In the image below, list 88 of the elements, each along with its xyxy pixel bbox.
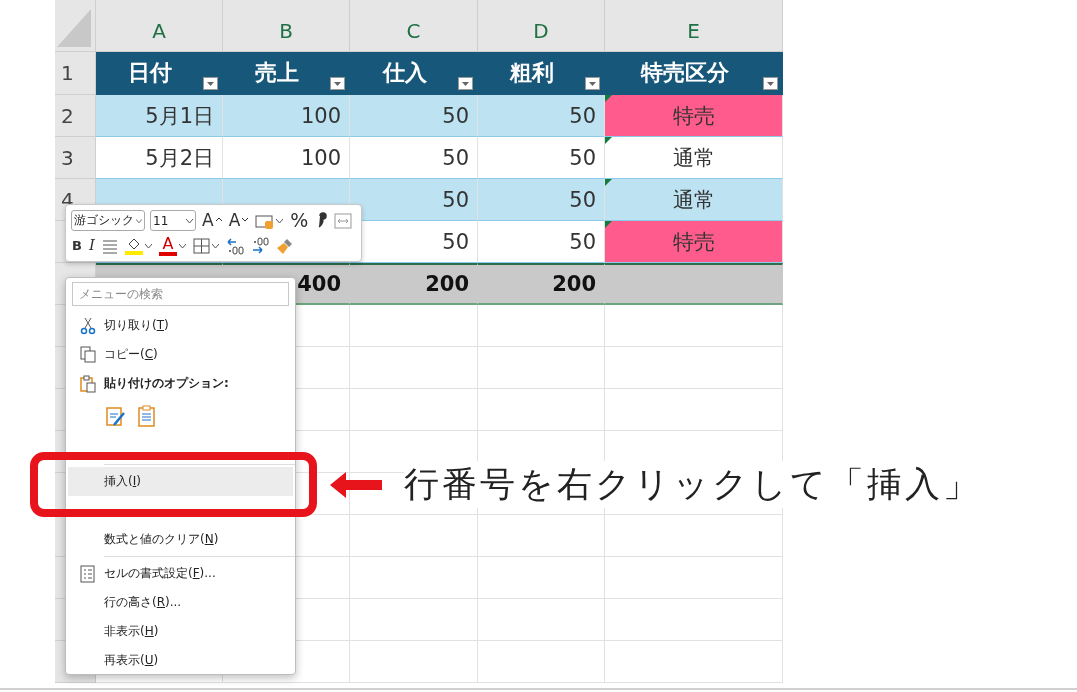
paste-icon — [138, 404, 156, 427]
arrow-icon — [330, 471, 382, 498]
brush-icon — [275, 236, 294, 255]
chevron-icon — [136, 218, 142, 223]
merge-icon — [334, 211, 353, 230]
column-header[interactable]: C — [350, 0, 478, 52]
percent-button[interactable]: % — [289, 211, 310, 230]
table-cell: 特売 — [605, 221, 783, 263]
menu-item-background[interactable]: 切り取り(T) — [68, 311, 293, 340]
bold-button[interactable]: B — [71, 239, 83, 252]
table-header-cell: 特売区分 — [605, 52, 783, 95]
table-cell: 50 — [350, 179, 478, 221]
italic-button[interactable]: I — [87, 238, 96, 253]
table-header-cell: 粗利 — [478, 52, 605, 95]
row-header[interactable]: 2 — [55, 95, 96, 137]
column-header[interactable]: D — [478, 0, 605, 52]
menu-search-field[interactable]: メニューの検索 — [72, 282, 289, 306]
dropdown-arrow-icon — [334, 81, 341, 86]
scissors-icon — [80, 316, 97, 335]
borders-button[interactable] — [191, 236, 220, 255]
menu-item[interactable]: 切り取り(T) — [104, 317, 169, 334]
menu-item[interactable]: 非表示(H) — [104, 623, 159, 640]
menu-item-background[interactable]: 行の高さ(R)... — [68, 588, 293, 617]
clipboard-icon — [80, 374, 97, 393]
menu-item-background[interactable]: 再表示(U) — [68, 646, 293, 675]
fill-color-button[interactable] — [123, 236, 153, 255]
filter-button[interactable] — [763, 77, 778, 90]
decrease-font-button[interactable]: A — [227, 212, 250, 229]
font-name-dropdown[interactable]: 游ゴシック — [71, 210, 145, 231]
copy-icon — [80, 345, 97, 364]
menu-item[interactable]: 再表示(U) — [104, 652, 159, 669]
menu-item-background[interactable]: セルの書式設定(F)... — [68, 559, 293, 588]
chevron-icon — [144, 243, 152, 248]
dropdown-arrow-icon — [589, 81, 596, 86]
menu-item[interactable]: セルの書式設定(F)... — [104, 565, 216, 582]
menu-item-background[interactable]: 非表示(H) — [68, 617, 293, 646]
menu-item-background[interactable]: 数式と値のクリア(N) — [68, 525, 293, 554]
increase-decimal-icon — [225, 236, 244, 255]
chevron-icon — [276, 218, 284, 223]
decrease-decimal-icon — [250, 236, 269, 255]
table-cell: 50 — [478, 179, 605, 221]
table-cell: 通常 — [605, 179, 783, 221]
table-header-cell: 仕入 — [350, 52, 478, 95]
filter-button[interactable] — [458, 77, 473, 90]
menu-item[interactable]: コピー(C) — [104, 346, 158, 363]
menu-heading: 貼り付けのオプション: — [104, 375, 229, 392]
filter-button[interactable] — [585, 77, 600, 90]
chevron-icon — [211, 243, 219, 248]
dropdown-arrow-icon — [767, 81, 774, 86]
format-cells-icon — [80, 564, 97, 583]
paste-formatting-icon — [106, 404, 126, 427]
table-cell: 50 — [478, 95, 605, 137]
table-cell: 50 — [350, 95, 478, 137]
table-cell: 5月1日 — [96, 95, 223, 137]
row-header[interactable]: 1 — [55, 52, 96, 95]
menu-item[interactable]: 行の高さ(R)... — [104, 594, 182, 611]
increase-font-button[interactable]: A — [201, 212, 223, 229]
borders-icon — [192, 236, 210, 255]
column-header[interactable]: B — [223, 0, 350, 52]
menu-item[interactable]: 挿入(I) — [104, 473, 141, 490]
dropdown-arrow-icon — [462, 81, 469, 86]
increase-decimal-button[interactable] — [224, 236, 245, 255]
table-cell: 100 — [223, 137, 350, 179]
table-cell: 100 — [223, 95, 350, 137]
menu-item-background[interactable]: 挿入(I) — [68, 467, 293, 496]
table-cell: 5月2日 — [96, 137, 223, 179]
column-header[interactable]: E — [605, 0, 783, 52]
table-cell: 通常 — [605, 137, 783, 179]
filter-button[interactable] — [203, 77, 218, 90]
row-header[interactable]: 3 — [55, 137, 96, 179]
table-cell: 50 — [350, 137, 478, 179]
fill-bucket-icon — [124, 236, 143, 255]
table-cell: 50 — [478, 137, 605, 179]
menu-item-background[interactable]: コピー(C) — [68, 340, 293, 369]
chevron-icon — [178, 243, 186, 248]
chevron-icon — [186, 218, 193, 223]
table-header-cell: 日付 — [96, 52, 223, 95]
table-header-cell: 売上 — [223, 52, 350, 95]
column-header[interactable]: A — [96, 0, 223, 52]
table-cell: 特売 — [605, 95, 783, 137]
font-color-button[interactable]: A — [157, 235, 187, 256]
filter-button[interactable] — [330, 77, 345, 90]
menu-item[interactable]: 数式と値のクリア(N) — [104, 531, 219, 548]
table-cell: 50 — [478, 221, 605, 263]
table-cell: 200 — [478, 263, 605, 305]
dropdown-arrow-icon — [207, 81, 214, 86]
font-size-dropdown[interactable]: 11 — [150, 210, 196, 231]
table-cell: 200 — [350, 263, 478, 305]
